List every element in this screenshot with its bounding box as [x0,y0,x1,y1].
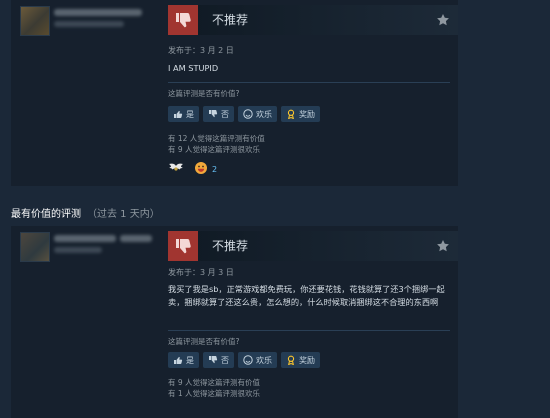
star-icon[interactable] [436,12,450,26]
avatar[interactable] [20,232,50,262]
thumbs-up-icon [173,355,183,365]
award-badge[interactable] [168,162,184,176]
star-icon[interactable] [436,238,450,252]
vote-no-button[interactable]: 否 [203,106,234,122]
vote-no-label: 否 [221,355,229,365]
award-ribbon-icon [286,109,296,120]
vote-buttons: 是 否 欢乐 奖励 [168,106,320,122]
vote-counts: 有 9 人觉得这篇评测有价值 有 1 人觉得这篇评测很欢乐 [168,377,260,399]
avatar[interactable] [20,6,50,36]
vote-header: 不推荐 [168,231,458,261]
vote-yes-button[interactable]: 是 [168,106,199,122]
award-button[interactable]: 奖励 [281,352,320,368]
award-button[interactable]: 奖励 [281,106,320,122]
author-stats-blurred [54,21,124,27]
wings-award-icon [168,162,184,176]
award-label: 奖励 [299,355,315,365]
vote-funny-label: 欢乐 [256,355,272,365]
helpful-count: 有 9 人觉得这篇评测有价值 [168,378,261,387]
helpful-question: 这篇评测是否有价值? [168,337,240,346]
posted-date: 发布于：3 月 2 日 [168,46,234,55]
vote-no-label: 否 [221,109,229,119]
scrollbar[interactable] [544,0,550,418]
review-author[interactable] [20,6,165,36]
funny-count: 有 1 人觉得这篇评测很欢乐 [168,389,261,398]
section-heading: 最有价值的评测 （过去 1 天内） [11,205,160,220]
author-name-blurred [120,235,152,242]
helpful-count: 有 12 人觉得这篇评测有价值 [168,134,265,143]
thumbs-up-icon [173,109,183,119]
award-ribbon-icon [286,355,296,366]
thumbs-down-icon [168,231,198,261]
thumbs-down-icon [168,5,198,35]
vote-no-button[interactable]: 否 [203,352,234,368]
vote-funny-button[interactable]: 欢乐 [238,106,277,122]
divider [168,82,450,83]
grin-award-icon [194,161,208,177]
thumbs-down-icon [208,109,218,119]
vote-yes-button[interactable]: 是 [168,352,199,368]
posted-date: 发布于：3 月 3 日 [168,268,234,277]
award-badge[interactable]: 2 [194,161,217,177]
divider [168,330,450,331]
vote-funny-label: 欢乐 [256,109,272,119]
vote-header: 不推荐 [168,5,458,35]
vote-counts: 有 12 人觉得这篇评测有价值 有 9 人觉得这篇评测很欢乐 [168,133,265,155]
review-text: I AM STUPID [168,63,219,73]
author-name-blurred [54,235,116,242]
funny-count: 有 9 人觉得这篇评测很欢乐 [168,145,261,154]
award-count: 2 [212,164,218,174]
recommendation-title: 不推荐 [212,239,249,253]
award-label: 奖励 [299,109,315,119]
review-card: 不推荐 发布于：3 月 2 日 I AM STUPID 这篇评测是否有价值? 是… [11,0,458,186]
recommendation-title: 不推荐 [212,13,249,27]
section-title: 最有价值的评测 [11,209,81,220]
awards-row: 2 [168,161,217,177]
vote-yes-label: 是 [186,355,194,365]
vote-funny-button[interactable]: 欢乐 [238,352,277,368]
author-stats-blurred [54,247,102,253]
section-period: （过去 1 天内） [87,209,160,220]
vote-yes-label: 是 [186,109,194,119]
review-author[interactable] [20,232,165,262]
thumbs-down-icon [208,355,218,365]
smile-icon [243,355,253,365]
vote-buttons: 是 否 欢乐 奖励 [168,352,320,368]
review-text: 我买了我是sb，正常游戏都免费玩，你还要花钱，花钱就算了还3个捆绑一起卖，捆绑就… [168,284,445,307]
helpful-question: 这篇评测是否有价值? [168,89,240,98]
review-card: 不推荐 发布于：3 月 3 日 我买了我是sb，正常游戏都免费玩，你还要花钱，花… [11,226,458,418]
author-name-blurred [54,9,142,16]
smile-icon [243,109,253,119]
